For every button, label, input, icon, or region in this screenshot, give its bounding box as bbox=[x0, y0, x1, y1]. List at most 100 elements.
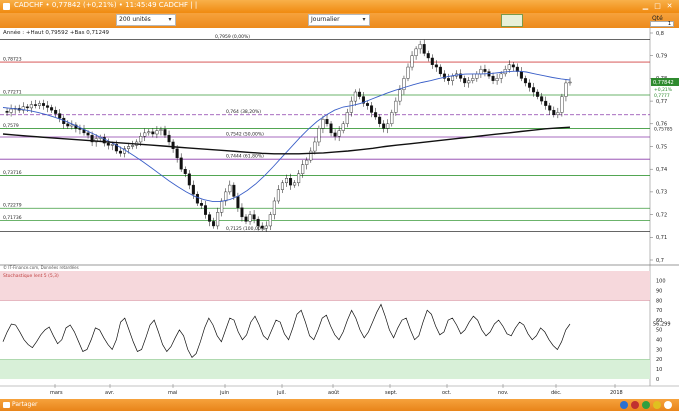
y-tick-label: 0,8 bbox=[656, 31, 664, 37]
candle-body bbox=[131, 145, 135, 147]
candle-body bbox=[240, 207, 244, 218]
candle-body bbox=[507, 64, 511, 70]
candle-body bbox=[183, 168, 187, 174]
candle-body bbox=[337, 130, 341, 137]
candle-body bbox=[366, 103, 370, 106]
candle-body bbox=[430, 57, 434, 65]
candle-body bbox=[212, 221, 216, 227]
candle-body bbox=[523, 78, 527, 84]
candle-body bbox=[479, 69, 483, 75]
y-tick-label: 0,77 bbox=[656, 99, 667, 105]
candle-body bbox=[236, 196, 240, 208]
candle-body bbox=[511, 64, 515, 68]
price-chart[interactable]: 0,7959 (0,00%) 0,78723 0,77271 0,764 (38,20… bbox=[0, 28, 679, 399]
candle-body bbox=[370, 105, 374, 113]
candle-body bbox=[536, 91, 540, 97]
y-tick-label: 0,71 bbox=[656, 235, 667, 241]
x-tick-label: déc. bbox=[551, 389, 562, 396]
candle-body bbox=[345, 112, 349, 124]
candle-body bbox=[78, 128, 82, 130]
x-tick-label: mai bbox=[168, 390, 177, 396]
indicator-label: Stochastique lent 5 (5,3) bbox=[3, 273, 59, 279]
level-label: 0,7579 bbox=[3, 123, 19, 129]
candle-body bbox=[37, 103, 41, 106]
osc-last-label: 56,299 bbox=[653, 322, 671, 328]
candle-body bbox=[33, 104, 37, 106]
candle-body bbox=[58, 113, 62, 119]
candle-body bbox=[321, 119, 325, 129]
units-select[interactable]: 200 unités ▾ bbox=[116, 14, 176, 26]
candle-body bbox=[127, 146, 131, 149]
candle-body bbox=[451, 75, 455, 81]
candle-body bbox=[329, 123, 333, 134]
period-select-value: Journalier bbox=[311, 16, 340, 23]
candle-body bbox=[289, 178, 293, 186]
settings-icon[interactable] bbox=[664, 401, 672, 409]
level-label: 0,71736 bbox=[3, 215, 22, 221]
y-tick-label: 0,79 bbox=[656, 54, 667, 60]
candle-body bbox=[532, 87, 536, 93]
candle-body bbox=[301, 164, 305, 174]
candle-body bbox=[390, 112, 394, 124]
osc-tick-label: 80 bbox=[656, 298, 662, 304]
candle-body bbox=[491, 75, 495, 81]
osc-tick-label: 50 bbox=[656, 328, 662, 334]
globe-icon[interactable] bbox=[620, 401, 628, 409]
candle-body bbox=[382, 123, 386, 129]
y-tick-label: 0,73 bbox=[656, 190, 667, 196]
candle-body bbox=[447, 78, 451, 81]
candle-body bbox=[293, 182, 297, 186]
candle-body bbox=[191, 184, 195, 195]
candle-body bbox=[232, 184, 236, 197]
extra-price-label: 0,75785 bbox=[654, 127, 673, 133]
quantity-input[interactable]: 1 bbox=[650, 21, 674, 27]
x-tick-label: juin bbox=[219, 390, 229, 396]
candle-body bbox=[471, 78, 475, 81]
maximize-icon[interactable]: □ bbox=[653, 2, 662, 11]
candle-body bbox=[155, 130, 159, 135]
candle-body bbox=[349, 100, 353, 113]
y-tick-label: 0,75 bbox=[656, 144, 667, 150]
level-label: 0,77271 bbox=[3, 89, 22, 95]
candle-body bbox=[187, 173, 191, 186]
candle-body bbox=[175, 148, 179, 159]
candle-body bbox=[398, 89, 402, 102]
share-icon bbox=[3, 402, 10, 408]
candle-body bbox=[394, 100, 398, 113]
candle-body bbox=[29, 104, 33, 109]
candle-body bbox=[528, 82, 532, 88]
status-bar: Partager bbox=[0, 399, 679, 411]
candle-body bbox=[208, 214, 212, 222]
share-button[interactable]: Partager bbox=[2, 400, 38, 410]
close-icon[interactable]: ✕ bbox=[665, 2, 674, 11]
info-icon[interactable] bbox=[653, 401, 661, 409]
candle-body bbox=[50, 107, 54, 111]
candle-body bbox=[203, 205, 207, 215]
toolbar: 200 unités ▾ Journalier ▾ bbox=[0, 13, 679, 28]
candle-body bbox=[143, 132, 147, 137]
alert-icon[interactable] bbox=[631, 401, 639, 409]
minimize-icon[interactable]: ▁ bbox=[641, 2, 650, 11]
overbought-zone bbox=[0, 271, 650, 301]
status-icon[interactable] bbox=[642, 401, 650, 409]
x-tick-label: oct. bbox=[442, 390, 452, 396]
candle-body bbox=[244, 216, 248, 222]
candle-body bbox=[224, 191, 228, 202]
period-select[interactable]: Journalier ▾ bbox=[308, 14, 370, 26]
candle-body bbox=[220, 200, 224, 213]
candle-body bbox=[147, 131, 151, 134]
data-source: © IT-Finance.com, Données retardées bbox=[3, 265, 79, 270]
candle-body bbox=[495, 78, 499, 81]
chart-window: CADCHF • 0,77842 (+0,21%) • 11:45:49 CAD… bbox=[0, 0, 679, 411]
candle-body bbox=[463, 78, 467, 84]
candle-body bbox=[42, 103, 46, 106]
candle-body bbox=[386, 123, 390, 129]
x-tick-label: 2018 bbox=[610, 390, 623, 396]
candle-body bbox=[341, 123, 345, 131]
candle-body bbox=[378, 116, 382, 124]
candle-body bbox=[325, 119, 329, 125]
candle-body bbox=[374, 112, 378, 118]
candle-body bbox=[414, 48, 418, 56]
osc-tick-label: 10 bbox=[656, 367, 662, 373]
share-label: Partager bbox=[12, 401, 38, 408]
